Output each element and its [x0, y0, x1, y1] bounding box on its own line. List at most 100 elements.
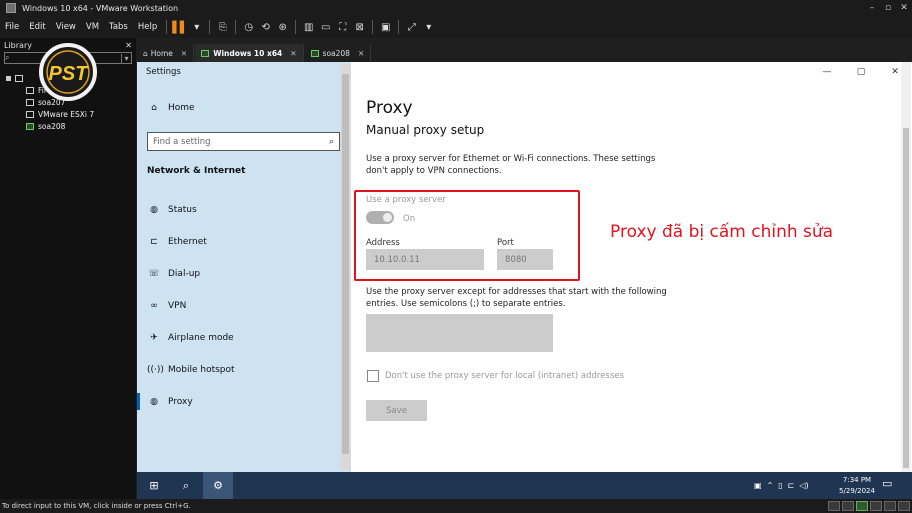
maximize-icon[interactable]: ▫	[880, 3, 896, 13]
sidebar-item-mobile-hotspot[interactable]: ((·)) Mobile hotspot	[147, 365, 235, 375]
network-icon[interactable]: ⊏	[788, 481, 795, 490]
vm-icon	[26, 110, 34, 118]
section-title: Manual proxy setup	[366, 123, 485, 137]
tab-soa208[interactable]: soa208 ✕	[305, 44, 372, 62]
dropdown-icon[interactable]: ▾	[188, 19, 205, 35]
device-icon[interactable]	[898, 501, 910, 511]
close-icon[interactable]: ✕	[181, 49, 187, 58]
tab-home[interactable]: ⌂ Home ✕	[137, 44, 195, 62]
device-icon[interactable]	[870, 501, 882, 511]
stretch-dropdown-icon[interactable]: ▾	[420, 19, 437, 35]
menu-file[interactable]: File	[0, 22, 24, 32]
svg-text:PST: PST	[49, 63, 90, 85]
thumbnail-bar-icon[interactable]: ▭	[317, 19, 334, 35]
settings-sidebar: Settings ⌂ Home Find a setting ⌕ Network…	[137, 62, 351, 472]
computer-icon	[15, 74, 23, 82]
vm-running-icon	[201, 49, 210, 57]
search-icon: ⌕	[328, 136, 334, 147]
content-scrollbar[interactable]	[901, 62, 911, 472]
sidebar-item-proxy[interactable]: ◍ Proxy	[147, 397, 193, 407]
network-device-icon[interactable]	[856, 501, 868, 511]
local-bypass-checkbox[interactable]	[367, 370, 379, 382]
vmware-app-icon	[6, 3, 16, 13]
local-bypass-label: Don't use the proxy server for local (in…	[385, 371, 624, 381]
snapshot-manager-icon[interactable]: ⊛	[274, 19, 291, 35]
sidebar-item-airplane-mode[interactable]: ✈ Airplane mode	[147, 333, 234, 343]
sidebar-item-home[interactable]: ⌂ Home	[147, 103, 194, 113]
settings-title: Settings	[146, 67, 181, 77]
annotation-text: Proxy đã bị cấm chỉnh sửa	[610, 222, 834, 242]
menu-bar: File Edit View VM Tabs Help ▌▌ ▾ ⎘ ◷ ⟲ ⊛…	[0, 16, 912, 38]
ethernet-icon: ⊏	[150, 237, 158, 247]
collapse-icon[interactable]	[6, 75, 11, 81]
unity-icon[interactable]: ⊠	[351, 19, 368, 35]
start-icon[interactable]: ⊞	[139, 472, 169, 499]
settings-gear-icon[interactable]: ⚙	[203, 472, 233, 499]
save-button[interactable]: Save	[366, 400, 427, 421]
pst-logo: PST	[39, 43, 97, 101]
dial-up-icon: ☏	[148, 269, 160, 279]
settings-search-input[interactable]: Find a setting ⌕	[147, 132, 340, 151]
library-item[interactable]: soa208	[26, 120, 136, 132]
library-item[interactable]: VMware ESXi 7	[26, 108, 136, 120]
battery-icon[interactable]: ▯	[778, 481, 782, 490]
snapshot-icon[interactable]: ◷	[240, 19, 257, 35]
vm-running-icon	[310, 49, 319, 57]
send-keys-icon[interactable]: ⎘	[214, 19, 231, 35]
exceptions-input[interactable]	[366, 314, 553, 352]
section-heading: Network & Internet	[147, 166, 246, 176]
system-tray: ▣ ⌃ ▯ ⊏ ◁)	[754, 472, 814, 499]
show-library-icon[interactable]: ▥	[300, 19, 317, 35]
minimize-icon[interactable]: –	[864, 3, 880, 13]
vpn-icon: ∞	[150, 301, 158, 311]
scrollbar-thumb[interactable]	[342, 74, 349, 454]
close-icon[interactable]: ✕	[290, 49, 296, 58]
search-icon[interactable]: ⌕	[171, 472, 201, 499]
globe-icon: ◍	[150, 397, 158, 407]
sidebar-item-status[interactable]: ◍ Status	[147, 205, 197, 215]
guest-window-controls: — ▢ ✕	[810, 62, 912, 82]
minimize-icon[interactable]: —	[810, 62, 844, 82]
library-close-icon[interactable]: ✕	[125, 41, 132, 50]
page-title: Proxy	[366, 98, 413, 118]
sidebar-scrollbar[interactable]	[340, 64, 351, 470]
stretch-icon[interactable]: ⤢	[403, 19, 420, 35]
volume-icon[interactable]: ◁)	[799, 481, 808, 490]
globe-icon: ◍	[150, 205, 158, 215]
airplane-icon: ✈	[150, 333, 158, 343]
menu-edit[interactable]: Edit	[24, 22, 50, 32]
device-icon[interactable]	[842, 501, 854, 511]
taskbar-clock[interactable]: 7:34 PM 5/29/2024	[837, 475, 877, 497]
device-icon[interactable]	[884, 501, 896, 511]
tab-windows-10[interactable]: Windows 10 x64 ✕	[195, 44, 304, 62]
notification-icon[interactable]: ▭	[882, 477, 892, 490]
sidebar-item-dial-up[interactable]: ☏ Dial-up	[147, 269, 200, 279]
sidebar-item-ethernet[interactable]: ⊏ Ethernet	[147, 237, 207, 247]
console-icon[interactable]: ▣	[377, 19, 394, 35]
chevron-down-icon[interactable]: ▾	[121, 53, 131, 63]
menu-vm[interactable]: VM	[81, 22, 104, 32]
menu-tabs[interactable]: Tabs	[104, 22, 133, 32]
pause-icon[interactable]: ▌▌	[171, 19, 188, 35]
vm-tab-bar: ⌂ Home ✕ Windows 10 x64 ✕ soa208 ✕	[137, 38, 912, 62]
menu-view[interactable]: View	[51, 22, 81, 32]
sidebar-item-vpn[interactable]: ∞ VPN	[147, 301, 186, 311]
chevron-up-icon[interactable]: ⌃	[767, 481, 774, 490]
guest-screen[interactable]: Settings ⌂ Home Find a setting ⌕ Network…	[137, 62, 912, 499]
status-text: To direct input to this VM, click inside…	[2, 502, 191, 510]
close-icon[interactable]: ✕	[896, 3, 912, 13]
title-bar: Windows 10 x64 - VMware Workstation – ▫ …	[0, 0, 912, 16]
maximize-icon[interactable]: ▢	[844, 62, 878, 82]
library-panel: Library ✕ ⌕ ▾ Fire soa207 VMware ESXi 7 …	[0, 38, 136, 499]
network-app-icon[interactable]: ▣	[754, 481, 762, 490]
menu-help[interactable]: Help	[133, 22, 162, 32]
full-screen-icon[interactable]: ⛶	[334, 19, 351, 35]
window-title: Windows 10 x64 - VMware Workstation	[22, 3, 179, 13]
status-bar: To direct input to this VM, click inside…	[0, 499, 912, 513]
home-icon: ⌂	[151, 103, 157, 113]
scrollbar-thumb[interactable]	[903, 128, 909, 468]
revert-snapshot-icon[interactable]: ⟲	[257, 19, 274, 35]
device-icon[interactable]	[828, 501, 840, 511]
close-icon[interactable]: ✕	[358, 49, 364, 58]
home-icon: ⌂	[143, 48, 148, 58]
